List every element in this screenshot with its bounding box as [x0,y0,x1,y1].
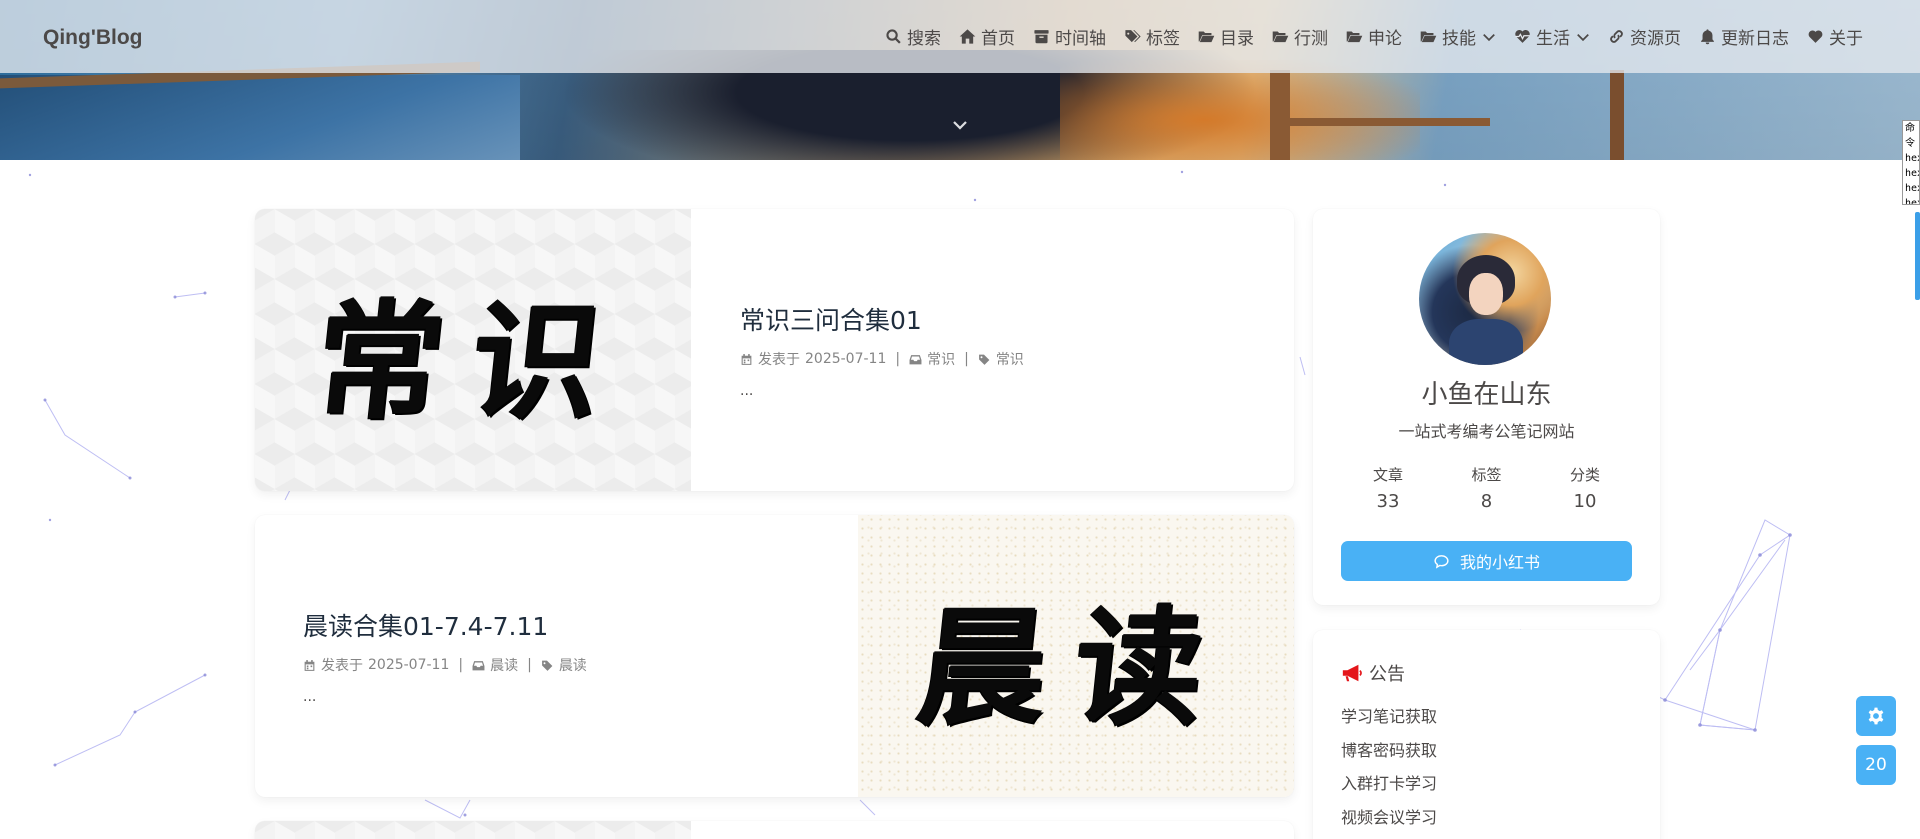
post-meta: 发表于 2025-07-11 | 晨读 | 晨读 [303,655,587,675]
megaphone-icon [1342,664,1362,682]
post-title[interactable]: 晨读合集01-7.4-7.11 [303,607,587,643]
notice-title: 公告 [1369,664,1405,685]
nav-label: 资源页 [1630,29,1681,49]
nav-label: 申论 [1368,29,1402,49]
notice-item[interactable]: 博客密码获取 [1341,741,1437,775]
xiaohongshu-button[interactable]: 我的小红书 [1341,541,1632,581]
nav-label: 更新日志 [1721,29,1789,49]
nav-label: 目录 [1220,29,1254,49]
archive-icon [1034,30,1049,44]
nav-label: 时间轴 [1055,29,1106,49]
comment-icon [1434,554,1449,569]
scroll-progress-value: 20 [1865,755,1887,775]
post-card[interactable]: 常识 常识三问合集01 发表于 2025-07-11 | 常识 | 常识 ... [255,209,1294,491]
calendar-icon [741,353,752,365]
gear-icon [1868,707,1884,725]
home-icon [959,29,976,44]
nav-label: 关于 [1829,29,1863,49]
navbar: Qing'Blog 搜索 首页 时间轴 标签 目录 行测 申论 技能 生活 资源… [0,0,1920,73]
nav-label: 行测 [1294,29,1328,49]
search-icon [886,29,901,44]
stat-categories[interactable]: 分类 10 [1536,464,1634,512]
nav-label: 生活 [1536,29,1570,49]
post-card[interactable]: 晨读合集01-7.4-7.11 发表于 2025-07-11 | 晨读 | 晨读… [255,515,1294,797]
folder-open-icon [1346,31,1363,43]
nav-shenlun[interactable]: 申论 [1337,17,1411,57]
link-icon [1610,30,1623,43]
scroll-progress-button[interactable]: 20 [1856,745,1896,785]
post-title[interactable]: 常识三问合集01 [740,301,1024,337]
post-cover[interactable]: 晨读 [858,515,1294,797]
nav-tags[interactable]: 标签 [1115,17,1189,57]
avatar[interactable] [1419,233,1551,365]
post-cover[interactable] [255,821,691,839]
edge-tooltip: 命令 hex hex hex hex [1902,120,1920,205]
post-excerpt: ... [740,383,754,399]
inbox-icon [909,354,922,364]
notice-item[interactable]: 视频会议学习 [1341,808,1437,839]
post-excerpt: ... [303,689,317,705]
cover-calligraphy: 晨读 [910,592,1239,743]
nav-home[interactable]: 首页 [950,17,1024,57]
banner-scene [0,75,520,160]
post-tag[interactable]: 晨读 [559,655,587,675]
post-cover[interactable]: 常识 [255,209,691,491]
post-category[interactable]: 常识 [927,349,955,369]
notice-item[interactable]: 学习笔记获取 [1341,707,1437,741]
post-tag[interactable]: 常识 [996,349,1024,369]
scroll-down-icon[interactable] [949,116,971,138]
calendar-icon [304,659,315,671]
nav-label: 搜索 [907,29,941,49]
notice-card: 公告 学习笔记获取 博客密码获取 入群打卡学习 视频会议学习 [1313,630,1660,839]
folder-open-icon [1420,31,1437,43]
nav-timeline[interactable]: 时间轴 [1024,17,1115,57]
settings-button[interactable] [1856,696,1896,736]
author-description: 一站式考编考公笔记网站 [1398,422,1575,441]
author-name: 小鱼在山东 [1421,380,1552,410]
nav-xingce[interactable]: 行测 [1263,17,1337,57]
author-stats: 文章 33 标签 8 分类 10 [1339,464,1634,512]
notice-item[interactable]: 入群打卡学习 [1341,774,1437,808]
nav-label: 标签 [1146,29,1180,49]
nav-label: 首页 [981,29,1015,49]
chevron-down-icon [1483,33,1495,41]
nav-resources[interactable]: 资源页 [1599,17,1690,57]
folder-open-icon [1198,31,1215,43]
post-category[interactable]: 晨读 [490,655,518,675]
nav-menu: 搜索 首页 时间轴 标签 目录 行测 申论 技能 生活 资源页 更新日志 关于 [876,0,1872,73]
nav-label: 技能 [1442,29,1476,49]
post-meta: 发表于 2025-07-11 | 常识 | 常识 [740,349,1024,369]
author-card: 小鱼在山东 一站式考编考公笔记网站 文章 33 标签 8 分类 10 我的小红书 [1313,209,1660,605]
notice-header: 公告 [1341,660,1405,686]
tag-icon [541,660,553,671]
bell-icon [1701,29,1714,45]
post-date: 2025-07-11 [368,657,450,673]
site-brand[interactable]: Qing'Blog [43,26,142,50]
tag-icon [978,354,990,365]
chevron-down-icon [1577,33,1589,41]
stat-articles[interactable]: 文章 33 [1339,464,1437,512]
nav-changelog[interactable]: 更新日志 [1690,17,1798,57]
post-card[interactable] [255,821,1294,839]
xiaohongshu-label: 我的小红书 [1459,553,1540,572]
cover-calligraphy: 常识 [307,286,636,437]
inbox-icon [472,660,485,670]
scroll-indicator[interactable] [1915,212,1920,300]
tags-icon [1125,30,1141,43]
heartbeat-icon [1515,29,1530,43]
post-info: 晨读合集01-7.4-7.11 发表于 2025-07-11 | 晨读 | 晨读… [303,515,587,797]
nav-life[interactable]: 生活 [1505,17,1599,57]
nav-catalog[interactable]: 目录 [1189,17,1263,57]
nav-search[interactable]: 搜索 [876,17,950,57]
nav-about[interactable]: 关于 [1798,17,1872,57]
stat-tags[interactable]: 标签 8 [1438,464,1536,512]
heart-icon [1808,30,1823,43]
notice-list: 学习笔记获取 博客密码获取 入群打卡学习 视频会议学习 [1341,707,1437,839]
folder-open-icon [1272,31,1289,43]
post-date: 2025-07-11 [805,351,887,367]
post-info: 常识三问合集01 发表于 2025-07-11 | 常识 | 常识 ... [740,209,1024,491]
nav-skills[interactable]: 技能 [1411,17,1505,57]
